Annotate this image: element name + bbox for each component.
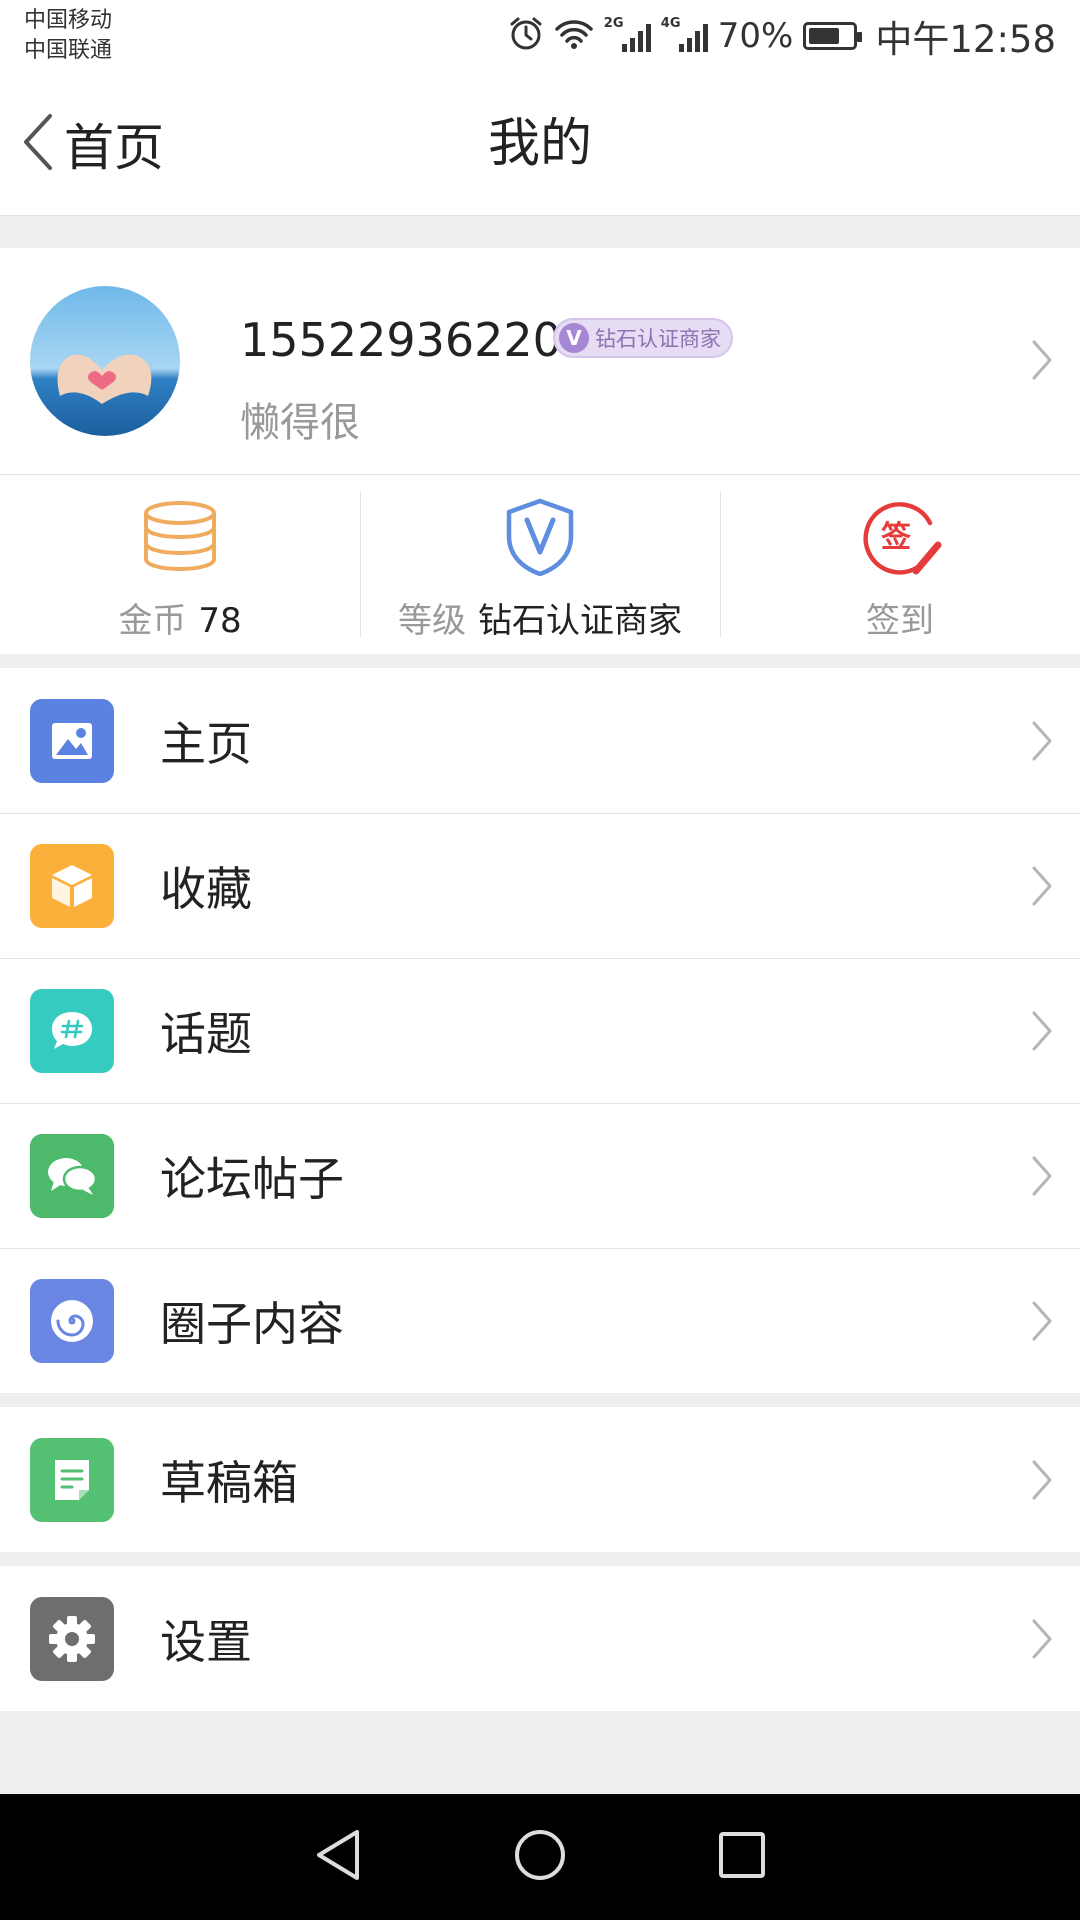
back-triangle-icon[interactable] (313, 1828, 363, 1886)
menu-label: 草稿箱 (160, 1455, 298, 1510)
chevron-right-icon (1030, 1154, 1054, 1202)
coins-icon (142, 495, 218, 579)
menu-item-circle-content[interactable]: 圈子内容 (0, 1248, 1080, 1393)
signin-icon: 签 (858, 495, 942, 579)
menu-item-forum-posts[interactable]: 论坛帖子 (0, 1103, 1080, 1248)
coins-text: 金币 78 (118, 593, 241, 642)
user-phone: 15522936220 (240, 313, 562, 367)
carrier-2: 中国联通 (24, 38, 113, 63)
menu-item-drafts[interactable]: 草稿箱 (0, 1407, 1080, 1552)
chat-bubbles-icon (30, 1134, 114, 1218)
chevron-right-icon (1030, 1458, 1054, 1506)
alarm-icon (508, 16, 544, 56)
level-value: 钻石认证商家 (478, 601, 682, 641)
signal-2-label: 4G (660, 16, 681, 31)
menu-label: 收藏 (160, 862, 252, 916)
chevron-right-icon (1030, 864, 1054, 912)
menu-label: 论坛帖子 (160, 1152, 344, 1206)
recents-square-icon[interactable] (717, 1830, 767, 1884)
stat-coins[interactable]: 金币 78 (0, 475, 360, 654)
menu-label: 主页 (160, 716, 252, 771)
carriers: 中国移动 中国联通 (24, 6, 112, 66)
home-circle-icon[interactable] (513, 1828, 567, 1886)
status-icons: 2G 4G 70% 中午12:58 (508, 12, 1056, 61)
menu-label: 圈子内容 (160, 1297, 344, 1351)
verified-v-icon: V (559, 323, 589, 353)
menu-group-drafts: 草稿箱 (0, 1407, 1080, 1552)
top-nav-bar: 首页 我的 (0, 72, 1080, 216)
level-text: 等级 钻石认证商家 (398, 593, 682, 642)
menu-group-settings: 设置 (0, 1566, 1080, 1711)
status-bar: 中国移动 中国联通 2G 4G 70% 中午12:58 (0, 0, 1080, 72)
battery-percent: 70% (717, 16, 794, 56)
menu-item-settings[interactable]: 设置 (0, 1566, 1080, 1711)
menu-label: 设置 (160, 1614, 252, 1669)
user-bio: 懒得很 (240, 400, 360, 446)
wifi-icon (554, 17, 594, 55)
avatar[interactable] (30, 286, 180, 436)
menu-item-topics[interactable]: 话题 (0, 958, 1080, 1103)
status-time: 中午12:58 (875, 18, 1056, 61)
signal-icon: 2G (604, 16, 651, 52)
menu-item-homepage[interactable]: 主页 (0, 668, 1080, 813)
carrier-1: 中国移动 (24, 8, 113, 33)
page-title: 我的 (487, 114, 592, 174)
signal-1-label: 2G (603, 16, 624, 31)
verified-merchant-badge: V 钻石认证商家 (553, 318, 733, 358)
draft-note-icon (30, 1437, 114, 1522)
shield-icon (505, 495, 575, 579)
spiral-icon (30, 1279, 114, 1363)
battery-fill (809, 28, 839, 44)
chevron-right-icon (1030, 1617, 1054, 1665)
menu-item-favorites[interactable]: 收藏 (0, 813, 1080, 958)
coins-value: 78 (198, 601, 242, 641)
signin-icon-char: 签 (881, 520, 911, 555)
level-label: 等级 (398, 601, 466, 641)
chevron-right-icon (1030, 1009, 1054, 1057)
menu-group-main: 主页 收藏 话题 论坛帖子 圈子内容 (0, 668, 1080, 1393)
gear-icon (30, 1596, 114, 1681)
box-icon (30, 844, 114, 928)
battery-icon (803, 22, 863, 50)
signal-icon-2: 4G (661, 16, 708, 52)
stat-signin[interactable]: 签 签到 (720, 475, 1080, 654)
chevron-right-icon (1030, 719, 1054, 767)
coins-label: 金币 (118, 601, 187, 641)
hashtag-chat-icon (30, 989, 114, 1073)
stats-row: 金币 78 等级 钻石认证商家 签 签到 (0, 474, 1080, 654)
system-nav-bar (0, 1794, 1080, 1920)
badge-text: 钻石认证商家 (595, 327, 721, 351)
stat-level[interactable]: 等级 钻石认证商家 (360, 475, 720, 654)
image-icon (30, 698, 114, 783)
profile-card[interactable]: 15522936220 V 钻石认证商家 懒得很 (0, 248, 1080, 474)
signin-label: 签到 (866, 601, 934, 641)
menu-label: 话题 (160, 1007, 252, 1061)
chevron-right-icon (1030, 1299, 1054, 1347)
chevron-right-icon (1030, 338, 1054, 386)
screen: 中国移动 中国联通 2G 4G 70% 中午12:58 首页 我的 155229… (0, 0, 1080, 1920)
